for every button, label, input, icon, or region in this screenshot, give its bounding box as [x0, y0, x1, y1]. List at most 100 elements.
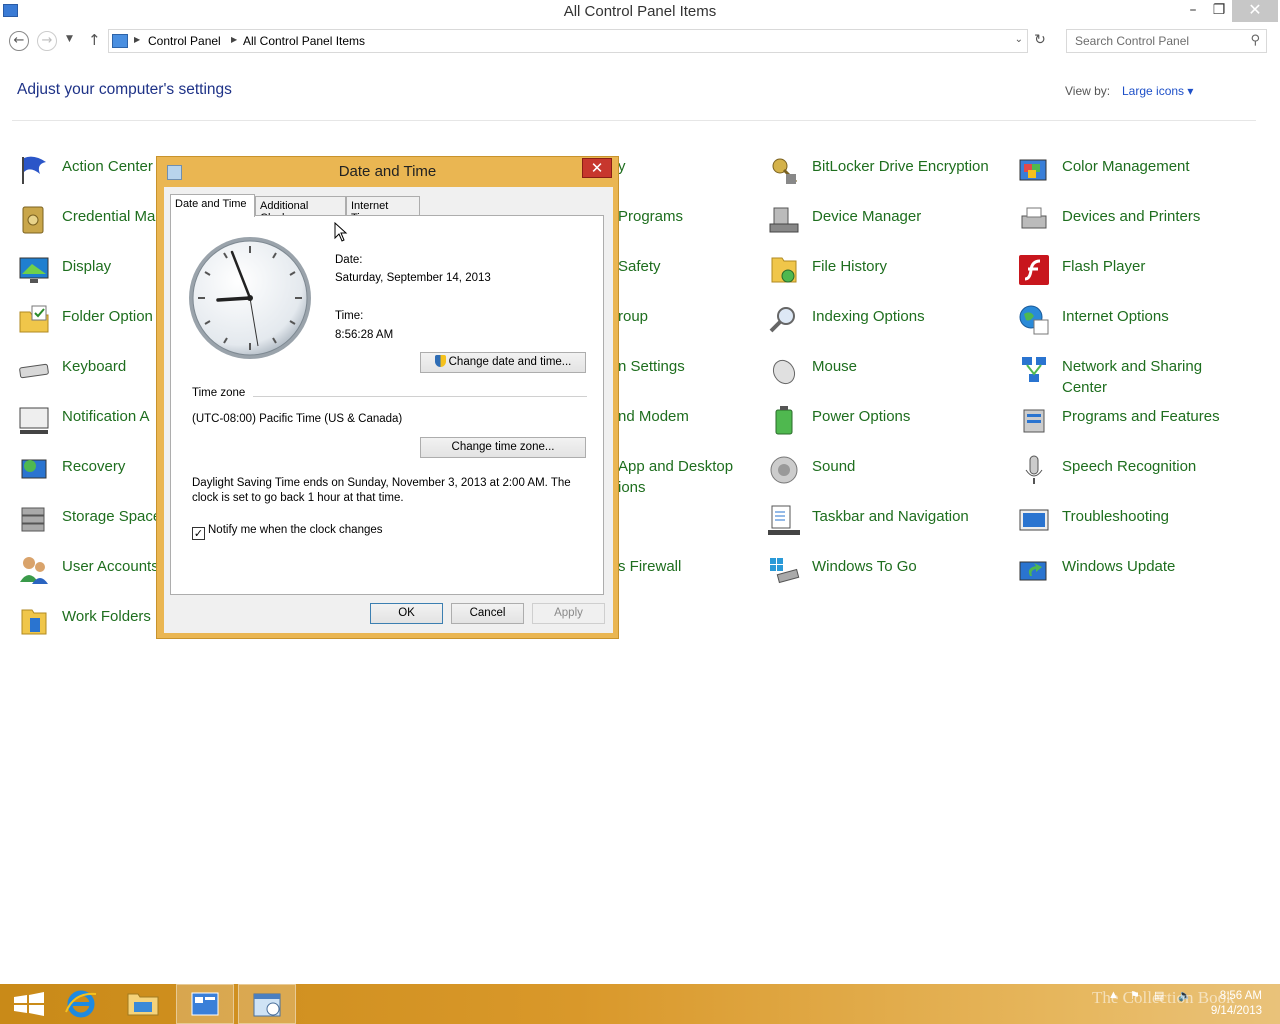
display-item[interactable]: Display	[18, 252, 158, 292]
power-options-item[interactable]: Power Options	[768, 402, 1008, 442]
mouse-cursor-icon	[334, 222, 348, 242]
control-panel-icon	[112, 34, 128, 48]
cancel-button[interactable]: Cancel	[451, 603, 524, 624]
navigation-bar: ← → ▼ ↑ ▶ Control Panel ▶ All Control Pa…	[0, 28, 1280, 54]
user-accounts-item[interactable]: User Accounts	[18, 552, 159, 592]
color-management-icon	[1019, 159, 1047, 181]
taskbar: ▲ ⚑ ▤ 🔈 8:56 AM 9/14/2013	[0, 984, 1280, 1024]
notify-checkbox[interactable]: ✓	[192, 527, 205, 540]
breadcrumb-separator-icon[interactable]: ▶	[134, 35, 140, 44]
start-button[interactable]	[0, 984, 58, 1024]
taskbar-navigation-item[interactable]: Taskbar and Navigation	[768, 502, 1008, 542]
back-button[interactable]: ←	[9, 31, 29, 51]
indexing-options-item[interactable]: Indexing Options	[768, 302, 1008, 342]
dialog-body: Date and Time Additional Clocks Internet…	[164, 187, 613, 633]
devices-and-printers-item[interactable]: Devices and Printers	[1018, 202, 1258, 242]
divider	[253, 396, 587, 397]
folder-icon	[127, 993, 159, 1016]
address-dropdown-icon[interactable]: ⌄	[1015, 34, 1023, 45]
flag-icon	[22, 156, 46, 184]
dialog-close-button[interactable]: ✕	[582, 158, 612, 178]
printer-icon	[1021, 207, 1047, 229]
troubleshooting-icon	[1019, 509, 1049, 531]
internet-explorer-button[interactable]	[52, 984, 110, 1024]
date-value: Saturday, September 14, 2013	[335, 272, 491, 284]
notification-icon	[19, 407, 49, 434]
bitlocker-item[interactable]: BitLocker Drive Encryption	[768, 152, 1008, 192]
users-icon	[20, 557, 48, 584]
monitor-icon	[19, 257, 49, 283]
notification-area-item[interactable]: Notification A	[18, 402, 158, 442]
tab-date-and-time[interactable]: Date and Time	[170, 194, 255, 217]
window-titlebar: All Control Panel Items – ❐ ✕	[0, 0, 1280, 24]
work-folders-item[interactable]: Work Folders	[18, 602, 158, 642]
storage-spaces-item[interactable]: Storage Space	[18, 502, 161, 542]
folder-options-item[interactable]: Folder Option	[18, 302, 158, 342]
color-management-item[interactable]: Color Management	[1018, 152, 1258, 192]
file-history-item[interactable]: File History	[768, 252, 1008, 292]
work-folders-icon	[21, 609, 47, 635]
folder-icon	[19, 305, 49, 333]
taskbar-icon	[768, 505, 800, 535]
view-by-dropdown[interactable]: Large icons	[1122, 84, 1193, 98]
network-sharing-center-item[interactable]: Network and Sharing Center	[1018, 352, 1258, 396]
windows-logo-icon	[14, 992, 44, 1016]
breadcrumb-separator-icon[interactable]: ▶	[231, 35, 237, 44]
windows-update-item[interactable]: Windows Update	[1018, 552, 1258, 592]
recent-locations-chevron-icon[interactable]: ▼	[66, 34, 73, 44]
file-explorer-button[interactable]	[114, 984, 172, 1024]
recovery-item[interactable]: Recovery	[18, 452, 158, 492]
forward-button[interactable]: →	[37, 31, 57, 51]
credential-manager-item[interactable]: Credential Ma	[18, 202, 158, 242]
windows-to-go-item[interactable]: Windows To Go	[768, 552, 1008, 592]
keyboard-item[interactable]: Keyboard	[18, 352, 158, 392]
maximize-button[interactable]: ❐	[1206, 0, 1232, 22]
mouse-item[interactable]: Mouse	[768, 352, 1008, 392]
device-manager-item[interactable]: Device Manager	[768, 202, 1008, 242]
search-icon[interactable]: ⚲	[1250, 33, 1260, 48]
key-icon	[772, 158, 798, 184]
uac-shield-icon	[434, 355, 446, 367]
internet-explorer-icon	[65, 990, 97, 1018]
date-time-taskbar-button[interactable]	[238, 984, 296, 1024]
search-input[interactable]: Search Control Panel	[1075, 34, 1189, 48]
flash-icon	[1019, 255, 1049, 285]
tab-additional-clocks[interactable]: Additional Clocks	[255, 196, 346, 224]
watermark-text: The Collection Book	[1092, 988, 1235, 1007]
troubleshooting-item[interactable]: Troubleshooting	[1018, 502, 1258, 542]
apply-button[interactable]: Apply	[532, 603, 605, 624]
tab-panel: Date: Saturday, September 14, 2013 Time:…	[170, 215, 604, 595]
timezone-value: (UTC-08:00) Pacific Time (US & Canada)	[192, 413, 403, 425]
recovery-icon	[21, 459, 47, 479]
internet-options-item[interactable]: Internet Options	[1018, 302, 1258, 342]
view-by-label: View by:	[1065, 84, 1111, 98]
close-button[interactable]: ✕	[1232, 0, 1278, 22]
control-panel-button[interactable]	[176, 984, 234, 1024]
microphone-icon	[1025, 455, 1043, 484]
breadcrumb-all-items[interactable]: All Control Panel Items	[243, 34, 365, 48]
minimize-button[interactable]: –	[1180, 0, 1206, 22]
notify-label[interactable]: Notify me when the clock changes	[208, 524, 383, 536]
ok-button[interactable]: OK	[370, 603, 443, 624]
change-date-time-button[interactable]: Change date and time...	[420, 352, 586, 373]
breadcrumb-control-panel[interactable]: Control Panel	[148, 34, 221, 48]
action-center-item[interactable]: Action Center	[18, 152, 158, 192]
up-button[interactable]: ↑	[88, 31, 101, 49]
tab-internet-time[interactable]: Internet Time	[346, 196, 420, 224]
page-title: Adjust your computer's settings	[17, 81, 232, 98]
analog-clock-icon	[189, 237, 311, 359]
address-bar[interactable]: ▶ Control Panel ▶ All Control Panel Item…	[108, 29, 1028, 53]
flash-player-item[interactable]: Flash Player	[1018, 252, 1258, 292]
sound-item[interactable]: Sound	[768, 452, 1008, 492]
speech-recognition-item[interactable]: Speech Recognition	[1018, 452, 1258, 492]
device-manager-icon	[769, 207, 799, 233]
refresh-icon[interactable]: ↻	[1030, 32, 1050, 48]
dst-info-line2: clock is set to go back 1 hour at that t…	[192, 492, 404, 504]
mouse-icon	[772, 359, 796, 385]
window-title: All Control Panel Items	[563, 3, 717, 20]
change-timezone-button[interactable]: Change time zone...	[420, 437, 586, 458]
network-icon	[1022, 357, 1046, 382]
programs-and-features-item[interactable]: Programs and Features	[1018, 402, 1258, 442]
storage-icon	[21, 507, 45, 532]
search-box[interactable]: Search Control Panel ⚲	[1066, 29, 1267, 53]
